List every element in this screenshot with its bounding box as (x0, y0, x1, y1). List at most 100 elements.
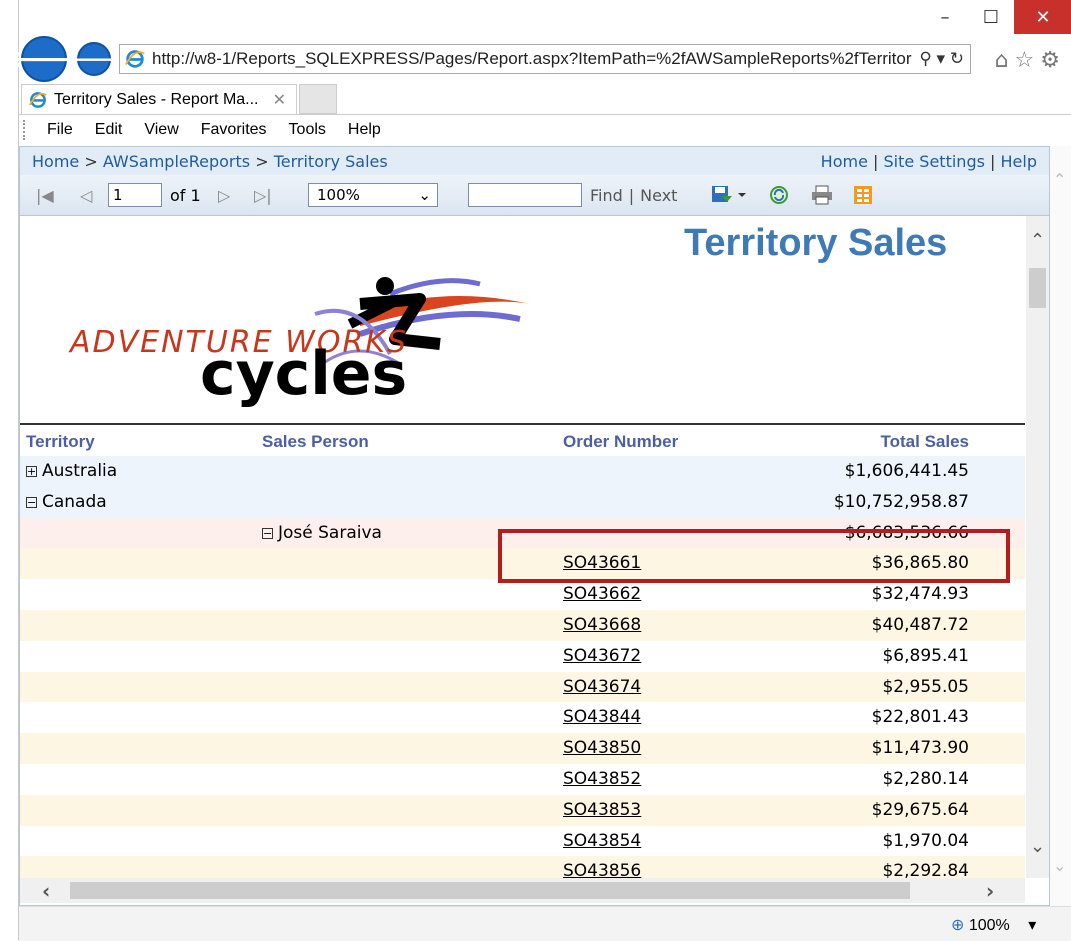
data-feed-icon[interactable] (852, 184, 874, 206)
highlight-box (498, 529, 1010, 583)
column-territory[interactable]: Territory (26, 432, 95, 452)
minimize-button[interactable]: – (922, 0, 968, 34)
order-number-link[interactable]: SO43852 (563, 769, 641, 789)
menu-help[interactable]: Help (348, 121, 381, 139)
next-page-icon[interactable]: ▷ (218, 175, 230, 215)
order-total: $6,895.41 (882, 645, 969, 666)
link-separator: | (990, 151, 996, 171)
order-number-link[interactable]: SO43674 (563, 677, 641, 697)
back-button[interactable]: 🡐 (9, 36, 79, 82)
order-number-link[interactable]: SO43854 (563, 831, 641, 851)
order-number-link[interactable]: SO43850 (563, 738, 641, 758)
scroll-up-icon[interactable]: ⌃ (1026, 230, 1049, 251)
home-link[interactable]: Home (821, 152, 868, 171)
previous-page-icon[interactable]: ◁ (80, 175, 92, 215)
page-number-input[interactable]: 1 (108, 183, 162, 207)
order-total: $32,474.93 (871, 584, 969, 605)
menu-edit[interactable]: Edit (95, 121, 123, 139)
menu-favorites[interactable]: Favorites (201, 121, 267, 139)
address-tools-icons[interactable]: ⚲ ▾ ↻ (913, 49, 970, 69)
page-scroll-down-icon[interactable]: ⌄ (1053, 856, 1066, 875)
order-row: SO43662 $32,474.93 (20, 579, 1025, 611)
page-vertical-scrollbar[interactable]: ⌃ ⌄ (1050, 146, 1071, 906)
report-horizontal-scrollbar[interactable]: ‹ › (20, 878, 1025, 903)
print-icon[interactable] (810, 184, 834, 206)
scroll-left-icon[interactable]: ‹ (42, 879, 50, 903)
order-number-link[interactable]: SO43856 (563, 861, 641, 878)
zoom-select[interactable]: 100% ⌄ (308, 183, 438, 207)
breadcrumb-report[interactable]: Territory Sales (274, 152, 388, 171)
zoom-dropdown-icon[interactable]: ▾ (1028, 917, 1036, 934)
breadcrumb-home[interactable]: Home (32, 152, 79, 171)
expand-toggle-icon[interactable]: + (26, 466, 37, 477)
report-vertical-scrollbar[interactable]: ⌃ ⌄ (1026, 216, 1049, 878)
next-link[interactable]: Next (640, 186, 677, 205)
sales-person-label: José Saraiva (278, 522, 382, 543)
breadcrumb-separator: > (84, 151, 98, 171)
last-page-icon[interactable]: ▷| (254, 175, 272, 215)
order-number-link[interactable]: SO43662 (563, 584, 641, 604)
scroll-right-icon[interactable]: › (986, 879, 994, 903)
sales-person-group[interactable]: − José Saraiva (262, 523, 382, 543)
help-link[interactable]: Help (1001, 152, 1037, 171)
column-order-number[interactable]: Order Number (563, 432, 678, 452)
order-row: SO43856 $2,292.84 (20, 856, 1025, 878)
new-tab-button[interactable] (299, 84, 337, 114)
chevron-down-icon: ⌄ (418, 186, 431, 204)
order-total: $40,487.72 (871, 615, 969, 635)
order-row: SO43674 $2,955.05 (20, 671, 1025, 703)
territory-label: Canada (42, 491, 107, 512)
territory-row: + Australia $1,606,441.45 (20, 456, 1025, 487)
territory-group[interactable]: + Australia (26, 461, 117, 481)
find-input[interactable] (468, 183, 582, 207)
order-row: SO43853 $29,675.64 (20, 794, 1025, 826)
breadcrumb-folder[interactable]: AWSampleReports (103, 152, 250, 171)
site-settings-link[interactable]: Site Settings (884, 152, 985, 171)
menu-view[interactable]: View (144, 121, 178, 139)
page-scroll-up-icon[interactable]: ⌃ (1053, 170, 1066, 189)
home-favorites-settings-icons[interactable]: ⌂☆⚙ (995, 48, 1066, 73)
adventure-works-logo: ADVENTURE WORKS cycles (68, 277, 530, 409)
order-number-link[interactable]: SO43853 (563, 800, 641, 820)
refresh-icon[interactable] (768, 184, 790, 206)
status-bar: ⊕ 100% ▾ (19, 906, 1071, 941)
tab-close-icon[interactable]: ✕ (273, 90, 296, 110)
forward-button[interactable]: 🡒 (67, 42, 121, 76)
tab-territory-sales[interactable]: Territory Sales - Report Ma... ✕ (21, 84, 297, 114)
menu-file[interactable]: File (47, 121, 73, 139)
maximize-button[interactable]: ☐ (968, 0, 1014, 34)
order-row: SO43668 $40,487.72 (20, 610, 1025, 641)
order-total: $2,280.14 (882, 769, 969, 789)
territory-total: $10,752,958.87 (833, 491, 969, 512)
scroll-down-icon[interactable]: ⌄ (1026, 836, 1049, 857)
order-row: SO43854 $1,970.04 (20, 825, 1025, 857)
close-window-button[interactable]: ✕ (1014, 0, 1071, 34)
address-bar[interactable]: http://w8-1/Reports_SQLEXPRESS/Pages/Rep… (119, 44, 971, 74)
zoom-status[interactable]: ⊕ 100% ▾ (951, 915, 1036, 935)
export-save-icon[interactable] (710, 184, 750, 206)
find-link[interactable]: Find (590, 186, 623, 205)
address-url[interactable]: http://w8-1/Reports_SQLEXPRESS/Pages/Rep… (152, 49, 913, 69)
first-page-icon[interactable]: |◀ (36, 175, 54, 215)
zoom-magnifier-icon: ⊕ (951, 917, 965, 934)
navigation-bar: 🡐 🡒 http://w8-1/Reports_SQLEXPRESS/Pages… (9, 36, 1071, 84)
order-number-link[interactable]: SO43844 (563, 707, 641, 727)
column-sales-person[interactable]: Sales Person (262, 432, 369, 452)
order-number-link[interactable]: SO43672 (563, 646, 641, 666)
expand-toggle-icon[interactable]: − (26, 496, 37, 508)
zoom-level: 100% (968, 917, 1010, 934)
territory-total: $1,606,441.45 (844, 461, 969, 481)
h-scroll-thumb[interactable] (70, 882, 910, 899)
browser-window: – ☐ ✕ 🡐 🡒 http://w8-1/Reports_SQLEXPRESS… (9, 0, 1071, 941)
expand-toggle-icon[interactable]: − (262, 527, 273, 539)
territory-label: Australia (42, 461, 118, 481)
order-number-link[interactable]: SO43668 (563, 615, 641, 635)
scroll-thumb[interactable] (1029, 268, 1046, 308)
column-total-sales[interactable]: Total Sales (881, 432, 970, 452)
link-separator: | (873, 151, 879, 171)
breadcrumb: Home > AWSampleReports > Territory Sales… (20, 147, 1049, 175)
report-title: Territory Sales (684, 222, 948, 264)
menu-tools[interactable]: Tools (289, 121, 326, 139)
territory-group[interactable]: − Canada (26, 492, 107, 512)
order-total: $11,473.90 (871, 738, 969, 759)
